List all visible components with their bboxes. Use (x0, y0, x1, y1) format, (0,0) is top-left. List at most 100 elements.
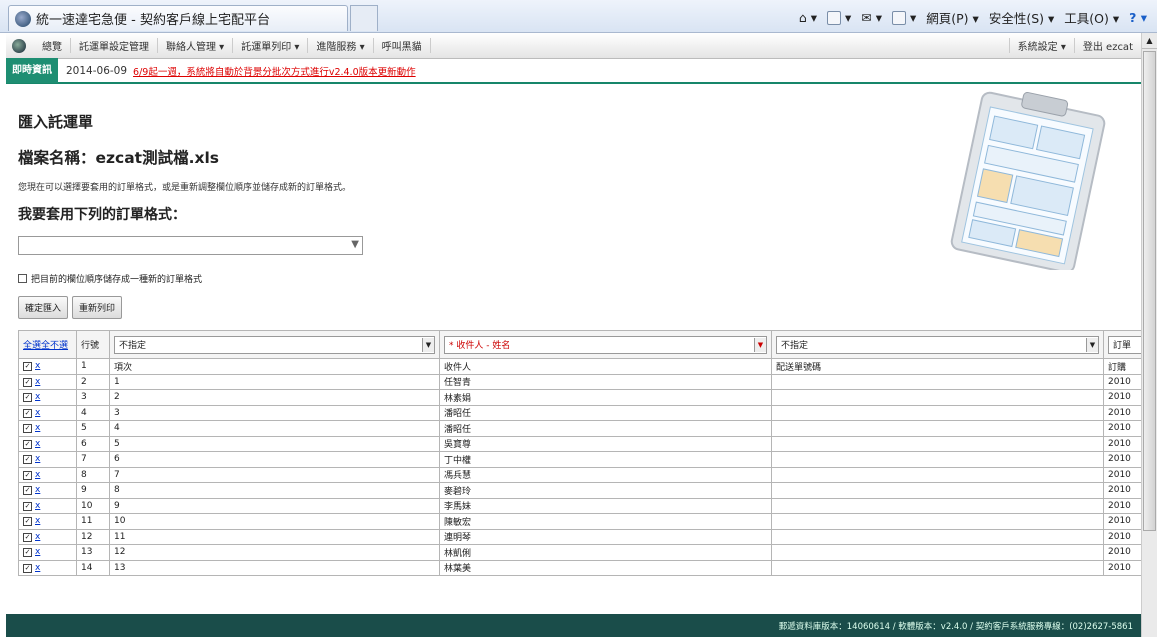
delete-row-link[interactable]: x (35, 501, 40, 511)
main-menu: 總覽 託運單設定管理 聯絡人管理 ▾ 託運單列印 ▾ 進階服務 ▾ 呼叫黑貓 系… (6, 33, 1141, 59)
reprint-button[interactable]: 重新列印 (72, 296, 123, 319)
delete-row-link[interactable]: x (35, 423, 40, 433)
delete-row-link[interactable]: x (35, 377, 40, 387)
confirm-import-button[interactable]: 確定匯入 (18, 296, 69, 319)
tab-title: 統一速達宅急便 - 契約客戶線上宅配平台 (36, 13, 270, 28)
table-header-row: 全選全不選 行號 不指定 ▼ * 收件人 - 姓名 ▼ 不指定 ▼ 訂單 (18, 330, 1141, 359)
cell-col1: 4 (109, 420, 440, 437)
print-icon[interactable]: ▾ (892, 10, 916, 26)
row-select-cell: ✓ x (18, 544, 77, 561)
mail-icon[interactable]: ✉ ▾ (861, 10, 882, 25)
cell-col1: 13 (109, 559, 440, 576)
browser-tab[interactable]: 統一速達宅急便 - 契約客戶線上宅配平台 (8, 5, 348, 31)
order-format-select[interactable]: ▼ (18, 236, 363, 255)
safety-menu[interactable]: 安全性(S) ▾ (989, 8, 1054, 27)
row-checkbox[interactable]: ✓ (23, 424, 32, 434)
cell-col4: 2010 (1103, 482, 1141, 499)
delete-row-link[interactable]: x (35, 547, 40, 557)
row-checkbox[interactable]: ✓ (23, 563, 32, 573)
cell-col4: 2010 (1103, 466, 1141, 483)
news-link[interactable]: 6/9起一週，系統將自動於背景分批次方式進行v2.4.0版本更新動作 (133, 64, 416, 78)
column-2-select[interactable]: * 收件人 - 姓名 ▼ (444, 335, 767, 354)
home-logo-icon[interactable] (12, 38, 26, 53)
cell-col1: 1 (109, 373, 440, 390)
page-title: 匯入託運單 (18, 113, 94, 131)
deselect-all-link[interactable]: 全不選 (41, 341, 68, 351)
delete-row-link[interactable]: x (35, 361, 40, 371)
delete-row-link[interactable]: x (35, 470, 40, 480)
row-number: 9 (76, 482, 110, 499)
row-checkbox[interactable]: ✓ (23, 548, 32, 558)
row-number: 13 (76, 544, 110, 561)
home-icon[interactable]: ⌂ ▾ (799, 10, 817, 25)
cell-col3 (771, 544, 1104, 561)
column-3-header: 不指定 ▼ (771, 330, 1104, 359)
save-format-label: 把目前的欄位順序儲存成一種新的訂單格式 (31, 275, 203, 285)
delete-row-link[interactable]: x (35, 485, 40, 495)
row-checkbox[interactable]: ✓ (23, 408, 32, 418)
main-content: 匯入託運單 檔案名稱：ezcat測試檔.xls 您現在可以選擇要套用的訂單格式，… (6, 86, 1141, 614)
tools-menu[interactable]: 工具(O) ▾ (1064, 8, 1119, 27)
menu-contacts[interactable]: 聯絡人管理 ▾ (158, 38, 234, 53)
row-checkbox[interactable]: ✓ (23, 455, 32, 465)
table-row: ✓ x 14 13 林葉美 2010 (18, 559, 1141, 576)
table-row: ✓ x 6 5 吳寶尊 2010 (18, 435, 1141, 452)
row-checkbox[interactable]: ✓ (23, 486, 32, 496)
table-row: ✓ x 5 4 潘昭任 2010 (18, 420, 1141, 437)
delete-row-link[interactable]: x (35, 439, 40, 449)
menu-advanced[interactable]: 進階服務 ▾ (308, 38, 374, 53)
row-select-cell: ✓ x (18, 513, 77, 530)
row-checkbox[interactable]: ✓ (23, 517, 32, 527)
footer-bar: 郵遞資料庫版本：14060614 / 軟體版本：v2.4.0 / 契約客戶系統服… (6, 614, 1141, 637)
delete-row-link[interactable]: x (35, 516, 40, 526)
help-icon[interactable]: ? ▾ (1129, 10, 1147, 25)
menu-waybill-print[interactable]: 託運單列印 ▾ (233, 38, 309, 53)
row-checkbox[interactable]: ✓ (23, 377, 32, 387)
column-4-select[interactable]: 訂單 (1108, 335, 1141, 354)
instruction-text: 您現在可以選擇要套用的訂單格式，或是重新調整欄位順序並儲存成新的訂單格式。 (18, 183, 352, 193)
cell-col1: 6 (109, 451, 440, 468)
column-3-select[interactable]: 不指定 ▼ (776, 335, 1099, 354)
row-select-cell: ✓ x (18, 389, 77, 406)
feeds-icon[interactable]: ▾ (827, 10, 851, 26)
scrollbar-thumb[interactable] (1143, 51, 1156, 531)
cell-col4: 2010 (1103, 389, 1141, 406)
row-checkbox[interactable]: ✓ (23, 470, 32, 480)
row-checkbox[interactable]: ✓ (23, 532, 32, 542)
table-row: ✓ x 9 8 麥碧玲 2010 (18, 482, 1141, 499)
delete-row-link[interactable]: x (35, 563, 40, 573)
delete-row-link[interactable]: x (35, 454, 40, 464)
column-1-select[interactable]: 不指定 ▼ (114, 335, 435, 354)
menu-call-pickup[interactable]: 呼叫黑貓 (374, 38, 431, 53)
row-checkbox[interactable]: ✓ (23, 393, 32, 403)
row-select-cell: ✓ x (18, 497, 77, 514)
delete-row-link[interactable]: x (35, 408, 40, 418)
cell-col2: 林素娟 (439, 389, 772, 406)
row-number: 4 (76, 404, 110, 421)
footer-version-info: 郵遞資料庫版本：14060614 / 軟體版本：v2.4.0 / 契約客戶系統服… (778, 622, 1133, 632)
row-select-cell: ✓ x (18, 559, 77, 576)
menu-system-settings[interactable]: 系統設定 ▾ (1008, 38, 1074, 53)
cell-col2: 潘昭任 (439, 404, 772, 421)
save-format-option[interactable]: 把目前的欄位順序儲存成一種新的訂單格式 (18, 272, 202, 285)
page-menu[interactable]: 網頁(P) ▾ (926, 8, 979, 27)
row-select-cell: ✓ x (18, 373, 77, 390)
menu-waybill-settings[interactable]: 託運單設定管理 (71, 38, 158, 53)
news-label: 即時資訊 (6, 58, 58, 83)
table-row: ✓ x 11 10 陳敏宏 2010 (18, 513, 1141, 530)
row-number: 10 (76, 497, 110, 514)
new-tab-button[interactable] (350, 5, 378, 31)
select-all-link[interactable]: 全選 (23, 341, 41, 351)
cell-col4: 訂購 (1103, 358, 1141, 375)
delete-row-link[interactable]: x (35, 532, 40, 542)
menu-overview[interactable]: 總覽 (34, 38, 71, 53)
vertical-scrollbar[interactable]: ▲ (1141, 33, 1157, 637)
delete-row-link[interactable]: x (35, 392, 40, 402)
row-number: 6 (76, 435, 110, 452)
row-checkbox[interactable]: ✓ (23, 501, 32, 511)
logout-link[interactable]: 登出 ezcat (1073, 38, 1141, 53)
row-checkbox[interactable]: ✓ (23, 362, 32, 372)
save-format-checkbox[interactable] (18, 274, 27, 283)
row-checkbox[interactable]: ✓ (23, 439, 32, 449)
scroll-up-icon[interactable]: ▲ (1142, 33, 1157, 49)
